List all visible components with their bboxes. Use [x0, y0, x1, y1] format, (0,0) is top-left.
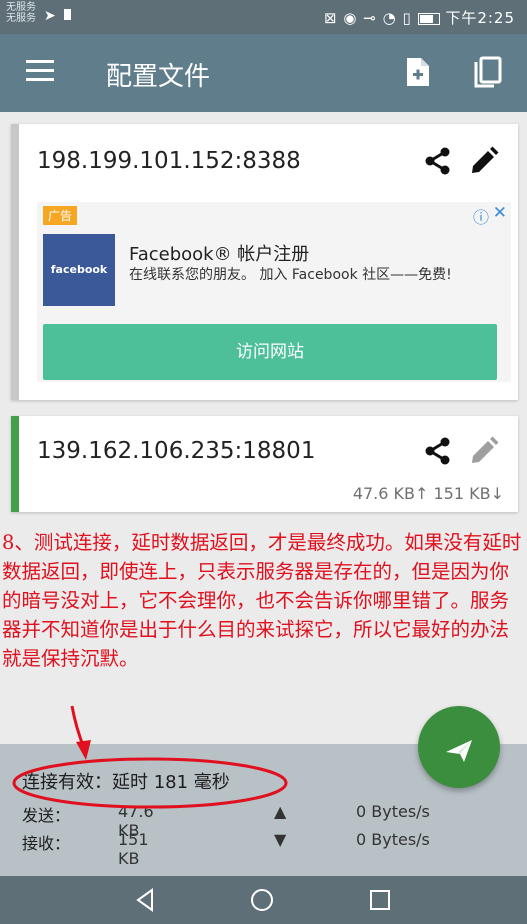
home-button[interactable] [248, 886, 276, 914]
system-nav-bar [0, 876, 527, 924]
home-circle-icon [251, 889, 273, 911]
annotation-arrowhead [76, 740, 91, 760]
back-triangle-icon [136, 888, 153, 912]
annotation-overlay [12, 705, 288, 809]
recents-square-icon [370, 890, 390, 910]
recents-button[interactable] [366, 886, 394, 914]
annotation-ellipse [12, 757, 288, 809]
back-button[interactable] [132, 886, 160, 914]
